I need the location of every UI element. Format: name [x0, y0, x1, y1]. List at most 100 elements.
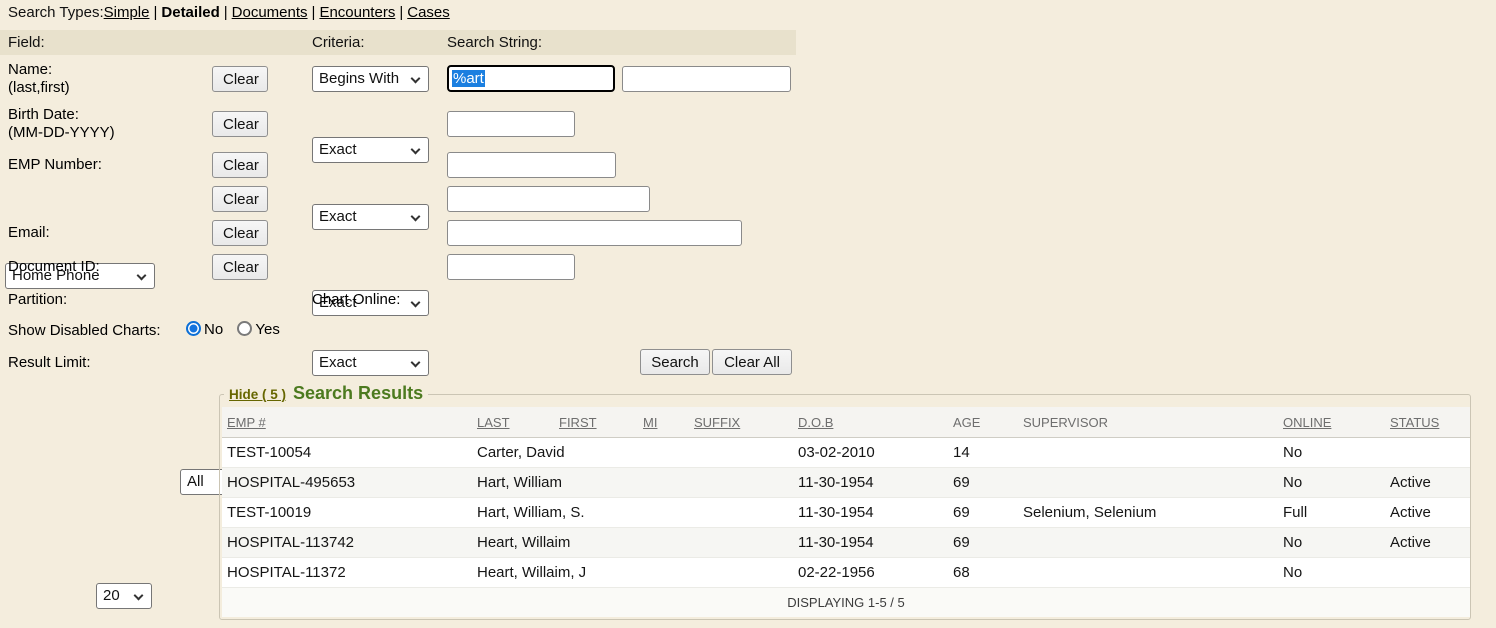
name-search-input[interactable]: %art: [447, 65, 615, 92]
paging-status: DISPLAYING 1-5 / 5: [222, 588, 1470, 618]
cell-name: Hart, William: [472, 468, 793, 498]
cell-status: [1385, 438, 1470, 468]
detailed-search-page: Search Types:Simple|Detailed|Documents|E…: [0, 0, 1496, 628]
radio-yes[interactable]: [237, 321, 252, 336]
cell-online: Full: [1278, 498, 1385, 528]
name-criteria-value: Begins With: [319, 70, 399, 87]
cell-emp-number: HOSPITAL-11372: [222, 558, 472, 588]
table-row[interactable]: TEST-10054 Carter, David 03-02-2010 14 N…: [222, 438, 1470, 468]
cell-age: 69: [948, 498, 1018, 528]
first-name-search-input[interactable]: [622, 66, 791, 92]
phone-clear-button[interactable]: Clear: [212, 186, 268, 212]
cell-dob: 02-22-1956: [793, 558, 948, 588]
table-row[interactable]: TEST-10019 Hart, William, S. 11-30-1954 …: [222, 498, 1470, 528]
criteria-column-label: Criteria:: [312, 30, 365, 55]
cell-name: Heart, Willaim, J: [472, 558, 793, 588]
cell-dob: 11-30-1954: [793, 468, 948, 498]
column-header-status[interactable]: STATUS: [1385, 407, 1470, 438]
name-criteria-select[interactable]: Begins With: [312, 66, 429, 92]
cell-dob: 11-30-1954: [793, 528, 948, 558]
cell-status: [1385, 558, 1470, 588]
chevron-down-icon: [137, 271, 147, 281]
chevron-down-icon: [411, 145, 421, 155]
emp-number-label: EMP Number:: [8, 156, 102, 174]
birth-date-criteria-select[interactable]: Exact: [312, 137, 429, 163]
clear-all-button[interactable]: Clear All: [712, 349, 792, 375]
field-column-label: Field:: [8, 30, 45, 55]
search-results-panel: Hide ( 5 ) Search Results EMP # LAST FIR…: [219, 394, 1471, 620]
search-results-title: Search Results: [293, 383, 423, 404]
birth-date-label-line1: Birth Date:: [8, 106, 115, 124]
result-limit-value: 20: [103, 587, 120, 604]
tab-cases[interactable]: Cases: [407, 4, 450, 21]
results-footer-row: DISPLAYING 1-5 / 5: [222, 588, 1470, 618]
birth-date-input[interactable]: [447, 111, 575, 137]
column-header-suffix[interactable]: SUFFIX: [689, 407, 793, 438]
table-row[interactable]: HOSPITAL-113742 Heart, Willaim 11-30-195…: [222, 528, 1470, 558]
search-string-column-label: Search String:: [447, 30, 542, 55]
cell-online: No: [1278, 468, 1385, 498]
search-types-label: Search Types:: [8, 4, 104, 21]
column-header-last[interactable]: LAST: [472, 407, 554, 438]
column-header-emp[interactable]: EMP #: [222, 407, 472, 438]
email-input[interactable]: [447, 220, 742, 246]
cell-online: No: [1278, 438, 1385, 468]
cell-emp-number: TEST-10019: [222, 498, 472, 528]
partition-value: All: [187, 473, 204, 490]
nav-separator: |: [149, 4, 161, 21]
table-row[interactable]: HOSPITAL-495653 Hart, William 11-30-1954…: [222, 468, 1470, 498]
cell-supervisor: [1018, 468, 1278, 498]
column-header-online[interactable]: ONLINE: [1278, 407, 1385, 438]
column-header-dob[interactable]: D.O.B: [793, 407, 948, 438]
tab-simple[interactable]: Simple: [104, 4, 150, 21]
name-clear-button[interactable]: Clear: [212, 66, 268, 92]
cell-status: Active: [1385, 528, 1470, 558]
table-row[interactable]: HOSPITAL-11372 Heart, Willaim, J 02-22-1…: [222, 558, 1470, 588]
email-clear-button[interactable]: Clear: [212, 220, 268, 246]
emp-number-clear-button[interactable]: Clear: [212, 152, 268, 178]
chart-online-label: Chart Online:: [312, 291, 400, 309]
cell-dob: 03-02-2010: [793, 438, 948, 468]
radio-yes-label: Yes: [255, 321, 279, 338]
cell-supervisor: [1018, 528, 1278, 558]
results-header-row: EMP # LAST FIRST MI SUFFIX D.O.B AGE SUP…: [222, 407, 1470, 438]
name-label: Name: (last,first): [8, 61, 70, 97]
column-header-mi[interactable]: MI: [638, 407, 689, 438]
nav-separator: |: [308, 4, 320, 21]
document-id-input[interactable]: [447, 254, 575, 280]
cell-name: Heart, Willaim: [472, 528, 793, 558]
result-limit-label: Result Limit:: [8, 354, 91, 372]
result-limit-select[interactable]: 20: [96, 583, 152, 609]
nav-separator: |: [395, 4, 407, 21]
name-search-selected-text: %art: [452, 70, 485, 87]
emp-number-input[interactable]: [447, 152, 616, 178]
search-results-legend: Hide ( 5 ) Search Results: [224, 383, 428, 404]
email-criteria-select[interactable]: Exact: [312, 350, 429, 376]
document-id-clear-button[interactable]: Clear: [212, 254, 268, 280]
chevron-down-icon: [411, 74, 421, 84]
cell-emp-number: HOSPITAL-113742: [222, 528, 472, 558]
cell-online: No: [1278, 558, 1385, 588]
chevron-down-icon: [411, 298, 421, 308]
hide-results-link[interactable]: Hide ( 5 ): [229, 387, 286, 402]
results-body: TEST-10054 Carter, David 03-02-2010 14 N…: [222, 438, 1470, 588]
column-header-age: AGE: [948, 407, 1018, 438]
column-header-first[interactable]: FIRST: [554, 407, 638, 438]
emp-number-criteria-select[interactable]: Exact: [312, 204, 429, 230]
birth-date-clear-button[interactable]: Clear: [212, 111, 268, 137]
form-header-band: Field: Criteria: Search String:: [0, 30, 796, 55]
search-button[interactable]: Search: [640, 349, 710, 375]
tab-encounters[interactable]: Encounters: [319, 4, 395, 21]
phone-input[interactable]: [447, 186, 650, 212]
cell-emp-number: TEST-10054: [222, 438, 472, 468]
chevron-down-icon: [411, 358, 421, 368]
chevron-down-icon: [134, 591, 144, 601]
tab-documents[interactable]: Documents: [232, 4, 308, 21]
birth-date-label-line2: (MM-DD-YYYY): [8, 124, 115, 142]
radio-no[interactable]: [186, 321, 201, 336]
cell-age: 14: [948, 438, 1018, 468]
tab-detailed[interactable]: Detailed: [161, 4, 219, 21]
birth-date-label: Birth Date: (MM-DD-YYYY): [8, 106, 115, 142]
emp-number-criteria-value: Exact: [319, 208, 357, 225]
cell-supervisor: Selenium, Selenium: [1018, 498, 1278, 528]
